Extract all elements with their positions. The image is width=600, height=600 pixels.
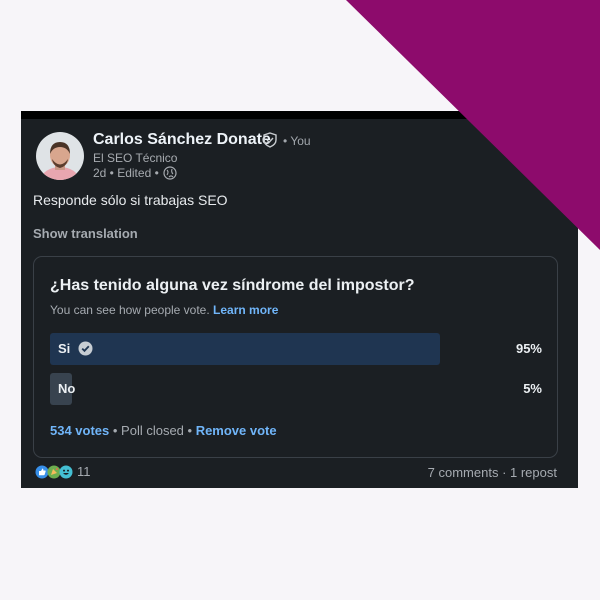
decorative-magenta-triangle — [346, 0, 600, 250]
